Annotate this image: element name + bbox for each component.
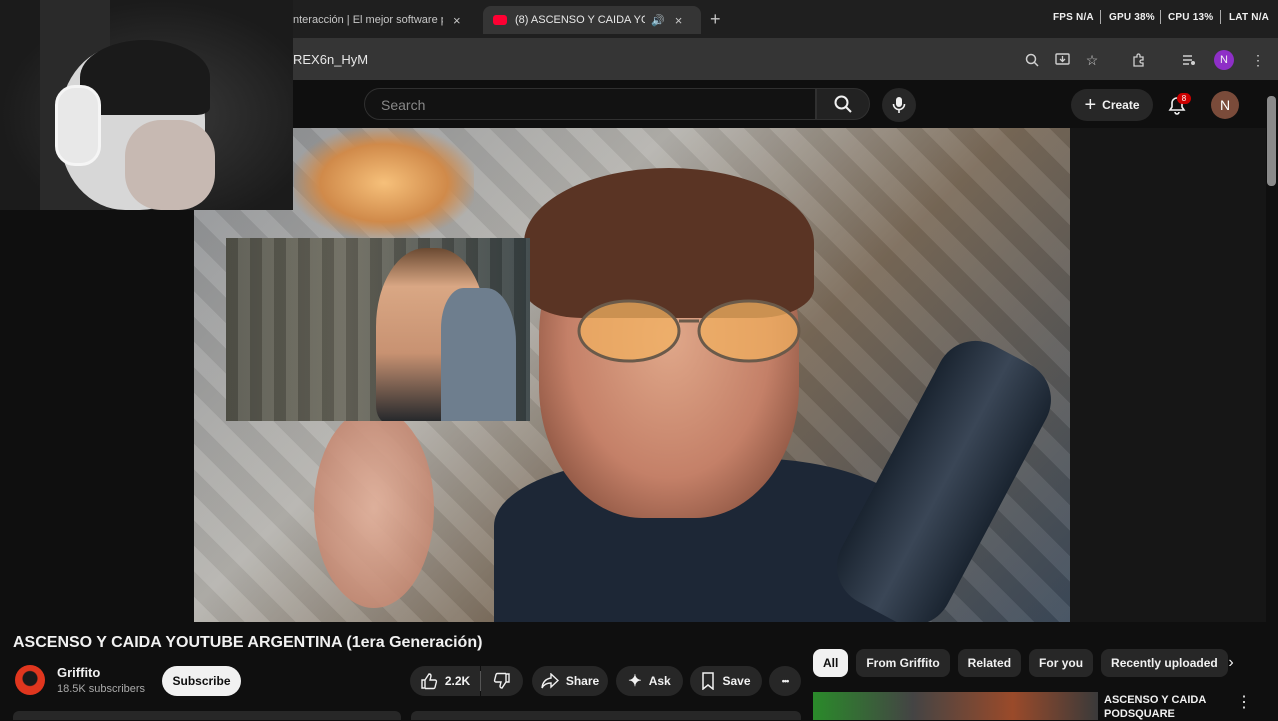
hud-cpu: CPU 13% (1168, 12, 1214, 23)
thumbs-down-icon (493, 672, 510, 689)
plus-icon: + (1084, 94, 1097, 116)
filter-chip-bar: All From Griffito Related For you Recent… (813, 649, 1228, 677)
hud-fps: FPS N/A (1053, 12, 1094, 23)
search-input[interactable] (379, 96, 803, 114)
chip-all[interactable]: All (813, 649, 849, 677)
dislike-button[interactable] (481, 666, 523, 696)
notification-badge: 8 (1177, 93, 1191, 104)
webcam-hand (125, 120, 215, 210)
browser-tab-active[interactable]: (8) ASCENSO Y CAIDA YOUT 🔊 × (483, 6, 701, 34)
profile-avatar[interactable]: N (1214, 50, 1234, 70)
description-box[interactable] (13, 711, 401, 720)
search-button[interactable] (816, 88, 870, 120)
bookmark-icon (702, 672, 715, 690)
ask-label: Ask (648, 674, 671, 688)
save-button[interactable]: Save (690, 666, 762, 696)
thumbs-up-icon (421, 673, 437, 690)
webcam-overlay (0, 0, 293, 210)
recommendation-title[interactable]: ASCENSO Y CAIDA PODSQUARE (1104, 693, 1224, 721)
create-label: Create (1102, 98, 1140, 112)
hud-lat: LAT N/A (1229, 12, 1270, 23)
subscriber-count: 18.5K subscribers (57, 683, 146, 695)
chip-recently-uploaded[interactable]: Recently uploaded (1101, 649, 1228, 677)
browser-tab-inactive[interactable]: nteracción | El mejor software p × (293, 6, 473, 34)
like-button[interactable]: 2.2K (410, 666, 480, 696)
subscribe-button[interactable]: Subscribe (162, 666, 241, 696)
chip-for-you[interactable]: For you (1029, 649, 1094, 677)
tab-label: (8) ASCENSO Y CAIDA YOUT (515, 14, 645, 26)
channel-avatar[interactable] (15, 665, 45, 695)
theater-side-area (1070, 128, 1266, 622)
bookmark-star-icon[interactable]: ☆ (1081, 49, 1103, 71)
share-button[interactable]: Share (532, 666, 608, 696)
save-label: Save (722, 674, 751, 688)
video-sunglasses (577, 299, 801, 363)
video-inset-image (226, 238, 530, 421)
share-label: Share (565, 674, 600, 688)
sparkle-icon: ✦ (628, 673, 642, 690)
install-app-icon[interactable] (1051, 49, 1073, 71)
inset-jacket (441, 288, 516, 421)
hud-divider (1160, 10, 1161, 24)
more-actions-button[interactable]: ••• (769, 666, 801, 696)
create-button[interactable]: + Create (1071, 89, 1153, 121)
video-lamp-glow (294, 128, 474, 238)
chip-from-griffito[interactable]: From Griffito (856, 649, 950, 677)
channel-name[interactable]: Griffito (57, 665, 100, 680)
hud-divider (1220, 10, 1221, 24)
recommendation-thumbnail[interactable] (813, 692, 1098, 720)
browser-menu-icon[interactable]: ⋮ (1247, 49, 1269, 71)
new-tab-icon[interactable]: + (710, 9, 721, 30)
video-title: ASCENSO Y CAIDA YOUTUBE ARGENTINA (1era … (13, 634, 483, 651)
comments-box[interactable] (411, 711, 801, 720)
tab-label: nteracción | El mejor software p (293, 14, 443, 26)
microphone-icon (892, 97, 906, 113)
url-text[interactable]: REX6n_HyM (293, 52, 368, 67)
page-scrollbar[interactable] (1267, 96, 1276, 186)
tab-audio-icon[interactable]: 🔊 (651, 14, 665, 27)
video-hand (314, 408, 434, 608)
media-control-icon[interactable] (1178, 49, 1200, 71)
extensions-icon[interactable] (1128, 49, 1150, 71)
chevron-right-icon[interactable]: › (1220, 652, 1242, 674)
search-box (364, 88, 816, 120)
chip-related[interactable]: Related (957, 649, 1022, 677)
search-icon (834, 95, 852, 113)
tab-close-icon[interactable]: × (453, 13, 461, 28)
tab-close-icon[interactable]: × (675, 13, 683, 28)
account-avatar[interactable]: N (1211, 91, 1239, 119)
webcam-headphones (55, 85, 101, 166)
hud-gpu: GPU 38% (1109, 12, 1155, 23)
hud-divider (1100, 10, 1101, 24)
share-icon (541, 673, 559, 689)
ask-button[interactable]: ✦ Ask (616, 666, 683, 696)
zoom-icon[interactable] (1021, 49, 1043, 71)
like-count: 2.2K (444, 674, 471, 688)
recommendation-menu-icon[interactable]: ⋮ (1236, 692, 1252, 712)
voice-search-button[interactable] (882, 88, 916, 122)
youtube-favicon-icon (493, 15, 507, 25)
